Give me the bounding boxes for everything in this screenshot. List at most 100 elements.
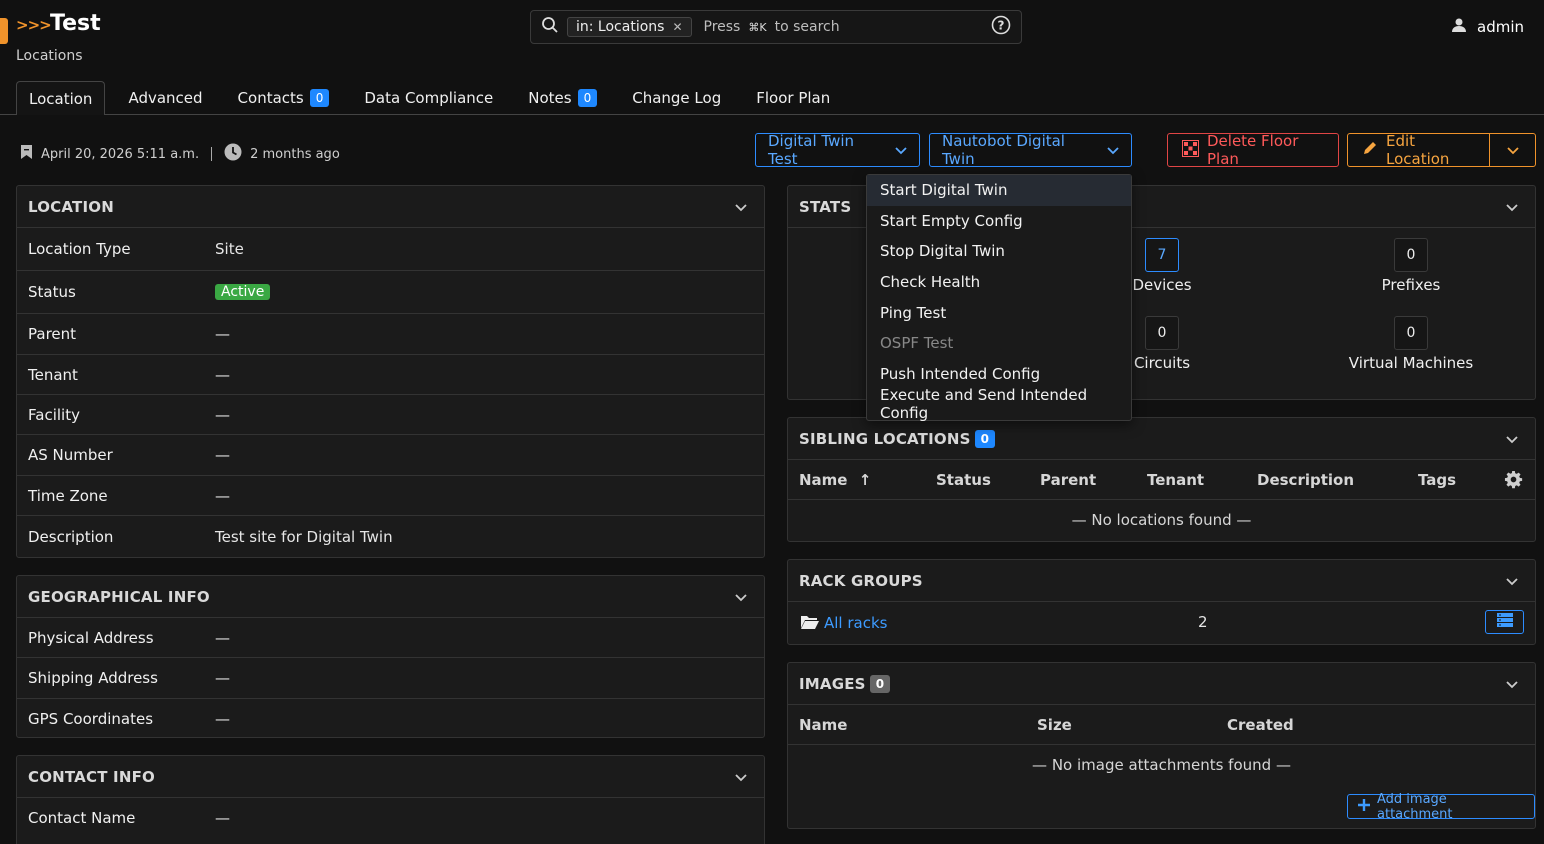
location-panel: LOCATION Location Type Site Status Active … bbox=[16, 185, 765, 558]
breadcrumb-locations[interactable]: Locations bbox=[16, 48, 83, 64]
stat-virtual-machines[interactable]: 0 Virtual Machines bbox=[1331, 316, 1491, 372]
chevron-down-icon[interactable] bbox=[1506, 675, 1518, 693]
stat-count[interactable]: 0 bbox=[1145, 316, 1179, 350]
chevron-down-icon[interactable] bbox=[1506, 198, 1518, 216]
contact-panel-header[interactable]: CONTACT INFO bbox=[17, 756, 764, 798]
column-parent[interactable]: Parent bbox=[1040, 471, 1096, 489]
images-panel-header[interactable]: IMAGES 0 bbox=[788, 663, 1535, 705]
detail-value: — bbox=[215, 628, 230, 647]
tab-location[interactable]: Location bbox=[16, 81, 106, 115]
column-size[interactable]: Size bbox=[1037, 716, 1072, 734]
geo-panel-header[interactable]: GEOGRAPHICAL INFO bbox=[17, 576, 764, 618]
column-status[interactable]: Status bbox=[936, 471, 991, 489]
detail-value: — bbox=[215, 709, 230, 728]
menu-item-start-empty-config[interactable]: Start Empty Config bbox=[867, 206, 1131, 237]
chevron-down-icon[interactable] bbox=[1506, 572, 1518, 590]
column-tags[interactable]: Tags bbox=[1418, 471, 1456, 489]
edit-location-dropdown-toggle[interactable] bbox=[1489, 133, 1536, 167]
stat-label: Prefixes bbox=[1381, 276, 1441, 294]
user-menu[interactable]: admin bbox=[1451, 17, 1524, 37]
stat-count[interactable]: 7 bbox=[1145, 238, 1179, 272]
tab-label: Notes bbox=[528, 89, 572, 107]
detail-row: Description Test site for Digital Twin bbox=[17, 516, 764, 557]
button-label: Edit Location bbox=[1386, 132, 1450, 168]
column-tenant[interactable]: Tenant bbox=[1147, 471, 1204, 489]
nautobot-digital-twin-button[interactable]: Nautobot Digital Twin bbox=[929, 132, 1132, 168]
column-label: Name bbox=[799, 471, 848, 489]
search-hint-press: Press bbox=[703, 19, 741, 35]
tab-label: Change Log bbox=[632, 89, 722, 107]
stat-count[interactable]: 0 bbox=[1394, 316, 1428, 350]
tab-notes[interactable]: Notes 0 bbox=[516, 81, 609, 115]
tab-data-compliance[interactable]: Data Compliance bbox=[352, 81, 505, 115]
empty-message: — No image attachments found — bbox=[1032, 756, 1291, 774]
tab-contacts[interactable]: Contacts 0 bbox=[226, 81, 342, 115]
svg-text:?: ? bbox=[998, 19, 1005, 33]
panel-title: IMAGES bbox=[799, 674, 866, 693]
detail-row: Physical Address — bbox=[17, 618, 764, 658]
rack-group-row: All racks 2 bbox=[788, 602, 1535, 644]
count-badge: 0 bbox=[974, 429, 996, 448]
digital-twin-test-button[interactable]: Digital Twin Test bbox=[755, 132, 920, 168]
chevron-down-icon[interactable] bbox=[1506, 430, 1518, 448]
menu-item-ping-test[interactable]: Ping Test bbox=[867, 297, 1131, 328]
detail-row: Location Type Site bbox=[17, 228, 764, 271]
location-type-link[interactable]: Site bbox=[215, 240, 244, 258]
tab-advanced[interactable]: Advanced bbox=[116, 81, 214, 115]
count-badge: 0 bbox=[869, 674, 891, 693]
detail-key: Description bbox=[28, 527, 114, 546]
table-header: Name ↑ Status Parent Tenant Description … bbox=[788, 460, 1535, 500]
column-name[interactable]: Name bbox=[799, 716, 847, 734]
floor-plan-delete-icon bbox=[1182, 139, 1199, 161]
detail-row: GPS Coordinates — bbox=[17, 699, 764, 738]
rack-elevation-button[interactable] bbox=[1485, 610, 1524, 634]
menu-item-start-digital-twin[interactable]: Start Digital Twin bbox=[867, 175, 1131, 206]
folder-open-icon bbox=[800, 614, 820, 634]
chevron-down-icon[interactable] bbox=[735, 588, 747, 606]
column-name[interactable]: Name ↑ bbox=[799, 471, 871, 489]
detail-value: — bbox=[215, 325, 230, 343]
stat-prefixes[interactable]: 0 Prefixes bbox=[1331, 238, 1491, 294]
menu-item-push-intended-config[interactable]: Push Intended Config bbox=[867, 359, 1131, 390]
detail-key: Facility bbox=[28, 405, 80, 424]
delete-floor-plan-button[interactable]: Delete Floor Plan bbox=[1167, 132, 1339, 168]
rack-panel-header[interactable]: RACK GROUPS bbox=[788, 560, 1535, 602]
detail-key: Contact Name bbox=[28, 809, 136, 827]
tab-floor-plan[interactable]: Floor Plan bbox=[744, 81, 842, 115]
search-bar[interactable]: in: Locations ✕ Press ⌘K to search ? bbox=[530, 10, 1022, 44]
updated-relative: 2 months ago bbox=[250, 146, 340, 162]
detail-key: Time Zone bbox=[28, 486, 108, 505]
chevron-down-icon[interactable] bbox=[735, 198, 747, 216]
empty-state: — No image attachments found — bbox=[788, 745, 1535, 785]
sibling-panel-header[interactable]: SIBLING LOCATIONS 0 bbox=[788, 418, 1535, 460]
detail-key: Physical Address bbox=[28, 628, 154, 647]
detail-value: — bbox=[215, 809, 230, 827]
gear-icon[interactable] bbox=[1504, 470, 1523, 493]
help-icon[interactable]: ? bbox=[991, 15, 1011, 39]
tab-change-log[interactable]: Change Log bbox=[620, 81, 733, 115]
menu-item-stop-digital-twin[interactable]: Stop Digital Twin bbox=[867, 236, 1131, 267]
column-description[interactable]: Description bbox=[1257, 471, 1354, 489]
logo-chevrons-icon[interactable]: >>> bbox=[16, 16, 52, 34]
column-created[interactable]: Created bbox=[1227, 716, 1294, 734]
chevron-down-icon[interactable] bbox=[735, 768, 747, 786]
menu-item-check-health[interactable]: Check Health bbox=[867, 267, 1131, 298]
detail-key: Status bbox=[28, 283, 76, 301]
panel-title: LOCATION bbox=[28, 197, 114, 216]
close-icon[interactable]: ✕ bbox=[672, 20, 682, 34]
search-scope-pill[interactable]: in: Locations ✕ bbox=[567, 17, 692, 37]
detail-key: Parent bbox=[28, 325, 77, 343]
detail-value: — bbox=[215, 486, 230, 505]
menu-item-execute-send-intended-config[interactable]: Execute and Send Intended Config bbox=[867, 386, 1131, 422]
location-panel-header[interactable]: LOCATION bbox=[17, 186, 764, 228]
detail-key: GPS Coordinates bbox=[28, 709, 154, 728]
stat-count[interactable]: 0 bbox=[1394, 238, 1428, 272]
panel-title: CONTACT INFO bbox=[28, 767, 155, 786]
add-image-attachment-button[interactable]: Add image attachment bbox=[1347, 792, 1535, 822]
page-title: Test bbox=[50, 11, 101, 36]
geographical-info-panel: GEOGRAPHICAL INFO Physical Address — Ship… bbox=[16, 575, 765, 738]
brand-accent bbox=[0, 18, 8, 44]
edit-location-button[interactable]: Edit Location bbox=[1347, 132, 1490, 168]
all-racks-link[interactable]: All racks bbox=[824, 614, 887, 632]
search-shortcut: ⌘K bbox=[748, 20, 767, 34]
